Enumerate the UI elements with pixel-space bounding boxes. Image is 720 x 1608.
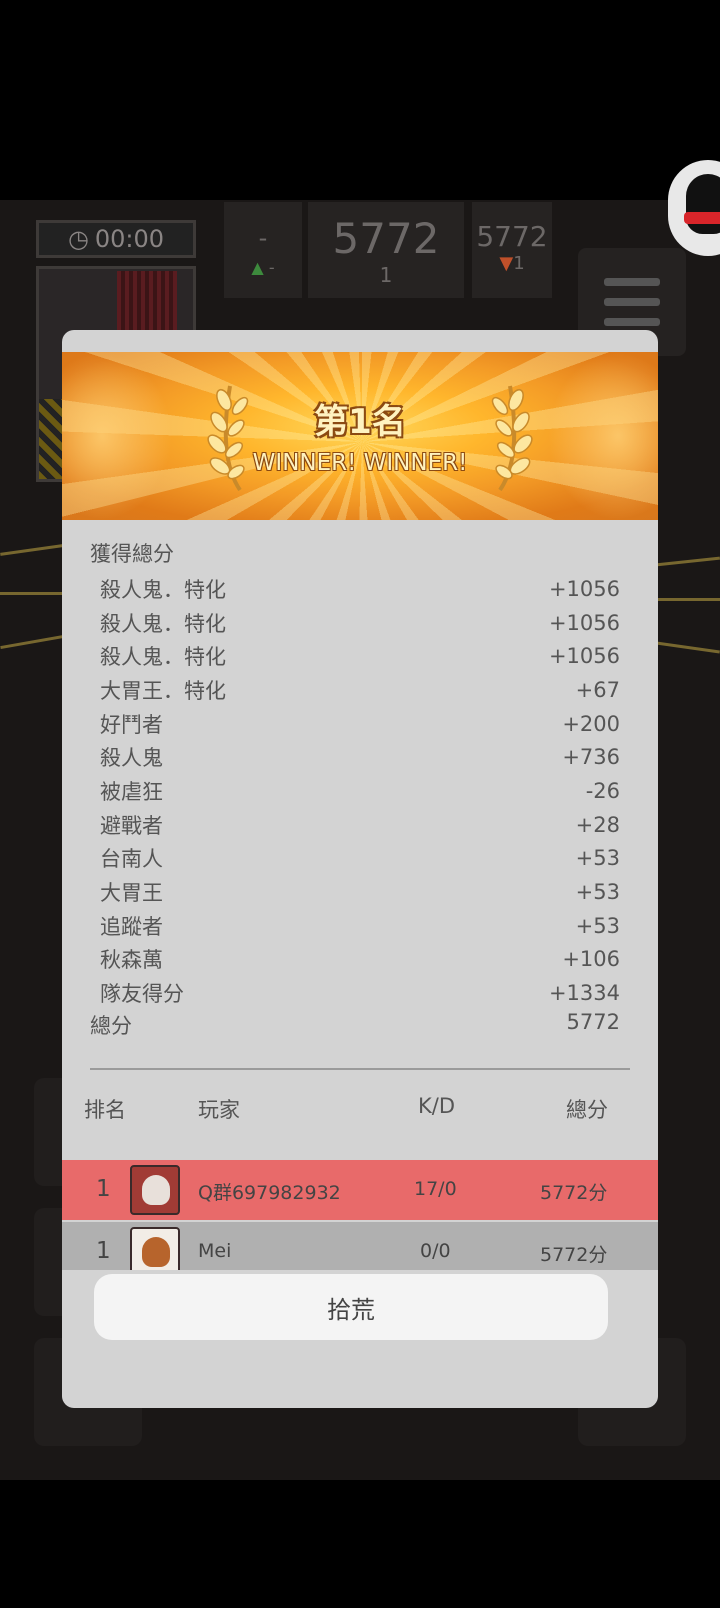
score-item: 好鬥者 +200	[100, 711, 620, 737]
score-item: 秋森萬 +106	[100, 947, 620, 973]
timer-text: 00:00	[94, 225, 165, 253]
score-item: 殺人鬼 +736	[100, 745, 620, 771]
match-timer: ◷ 00:00	[36, 220, 196, 258]
row-player-name: Mei	[198, 1240, 232, 1262]
row-score: 5772分	[540, 1244, 608, 1266]
player-avatar	[130, 1227, 180, 1270]
header-score: 總分	[566, 1098, 608, 1122]
scavenge-button[interactable]: 拾荒	[94, 1274, 608, 1340]
laser-beam	[0, 592, 70, 595]
row-player-name: Q群697982932	[198, 1182, 341, 1204]
hud-center-score: 5772	[332, 214, 440, 263]
header-player: 玩家	[198, 1098, 240, 1122]
row-rank: 1	[96, 1176, 111, 1202]
score-item: 殺人鬼．特化 +1056	[100, 610, 620, 636]
hud-right-rank: ▼1	[499, 253, 525, 274]
header-rank: 排名	[84, 1098, 126, 1122]
total-label: 總分	[90, 1014, 132, 1038]
hud-panel-right: 5772 ▼1	[472, 202, 552, 298]
result-dialog: 第1名 WINNER! WINNER! 獲得總分 殺人鬼．特化 +1056 殺人鬼…	[62, 330, 658, 1408]
hud-panel-left-top: -	[258, 224, 268, 252]
minimap-danger-zone	[117, 271, 177, 331]
rank-title: 第1名	[314, 402, 406, 442]
laser-beam	[656, 598, 720, 601]
up-arrow-icon: ▲	[251, 258, 264, 277]
score-item: 避戰者 +28	[100, 812, 620, 838]
header-kd: K/D	[418, 1094, 456, 1118]
hud-panel-left-bottom: ▲ -	[251, 258, 275, 277]
hud-right-score: 5772	[476, 220, 548, 253]
score-section-title: 獲得總分	[90, 542, 174, 566]
penguin-icon	[686, 174, 720, 234]
row-rank: 1	[96, 1238, 111, 1264]
clock-icon: ◷	[67, 225, 89, 253]
hud-center-rank: 1	[379, 263, 393, 287]
score-item: 大胃王．特化 +67	[100, 677, 620, 703]
leaderboard-header: 排名 玩家 K/D 總分	[62, 1094, 658, 1124]
score-item: 大胃王 +53	[100, 880, 620, 906]
total-value: 5772	[566, 1010, 620, 1034]
winner-banner: 第1名 WINNER! WINNER!	[62, 352, 658, 520]
row-score: 5772分	[540, 1182, 608, 1204]
row-kd: 17/0	[414, 1178, 457, 1200]
score-item: 台南人 +53	[100, 846, 620, 872]
score-item: 追蹤者 +53	[100, 913, 620, 939]
divider	[90, 1068, 630, 1070]
player-avatar	[130, 1165, 180, 1215]
score-item: 被虐狂 -26	[100, 778, 620, 804]
winner-subtitle: WINNER! WINNER!	[252, 450, 468, 476]
score-breakdown-list: 殺人鬼．特化 +1056 殺人鬼．特化 +1056 殺人鬼．特化 +1056 大胃王．…	[100, 572, 620, 1010]
leaderboard-row[interactable]: 1 Q群697982932 17/0 5772分	[62, 1160, 658, 1220]
score-item: 殺人鬼．特化 +1056	[100, 576, 620, 602]
hud-panel-center: 5772 1	[308, 202, 464, 298]
hud-panel-left: - ▲ -	[224, 202, 302, 298]
row-kd: 0/0	[420, 1240, 451, 1262]
score-item: 殺人鬼．特化 +1056	[100, 644, 620, 670]
leaderboard-row[interactable]: 1 Mei 0/0 5772分	[62, 1222, 658, 1270]
score-item: 隊友得分 +1334	[100, 981, 620, 1007]
total-score-row: 總分 5772	[90, 1010, 620, 1040]
down-arrow-icon: ▼	[499, 253, 514, 274]
